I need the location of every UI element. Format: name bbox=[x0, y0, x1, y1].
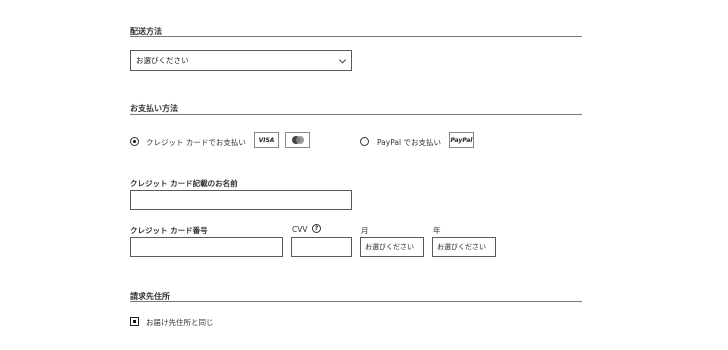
month-label: 月 bbox=[361, 226, 369, 235]
chevron-down-icon bbox=[338, 55, 347, 64]
card-name-input[interactable] bbox=[130, 190, 352, 210]
shipping-method-select[interactable]: お選びください bbox=[130, 50, 352, 71]
paypal-radio[interactable] bbox=[360, 137, 369, 146]
card-number-label: クレジット カード番号 bbox=[130, 226, 208, 235]
visa-logo-icon: VISA bbox=[254, 132, 279, 148]
expiry-year-select[interactable]: お選びください bbox=[432, 237, 496, 257]
cvv-input[interactable] bbox=[291, 237, 352, 257]
payment-divider bbox=[130, 114, 582, 115]
mastercard-logo-icon bbox=[285, 132, 310, 148]
same-address-checkbox[interactable] bbox=[130, 317, 139, 326]
help-glyph: ? bbox=[314, 225, 319, 232]
same-address-label[interactable]: お届け先住所と同じ bbox=[146, 317, 214, 328]
shipping-method-value: お選びください bbox=[136, 56, 189, 65]
card-number-input[interactable] bbox=[130, 237, 283, 257]
expiry-month-select[interactable]: お選びください bbox=[360, 237, 424, 257]
cvv-label: CVV bbox=[292, 225, 308, 234]
help-icon[interactable]: ? bbox=[312, 224, 321, 233]
visa-label: VISA bbox=[258, 136, 275, 144]
paypal-logo-icon: PayPal bbox=[449, 132, 474, 148]
card-name-label: クレジット カード記載のお名前 bbox=[130, 179, 238, 188]
billing-divider bbox=[130, 301, 582, 302]
credit-card-option-label[interactable]: クレジット カードでお支払い bbox=[146, 137, 246, 148]
paypal-option-label[interactable]: PayPal でお支払い bbox=[377, 137, 441, 148]
credit-card-radio[interactable] bbox=[130, 137, 139, 146]
expiry-year-value: お選びください bbox=[437, 243, 486, 251]
paypal-badge-label: PayPal bbox=[450, 136, 473, 144]
shipping-divider bbox=[130, 36, 582, 37]
payment-section-title: お支払い方法 bbox=[130, 104, 178, 113]
mastercard-circles-icon bbox=[291, 136, 304, 144]
expiry-month-value: お選びください bbox=[365, 243, 414, 251]
year-label: 年 bbox=[433, 226, 441, 235]
